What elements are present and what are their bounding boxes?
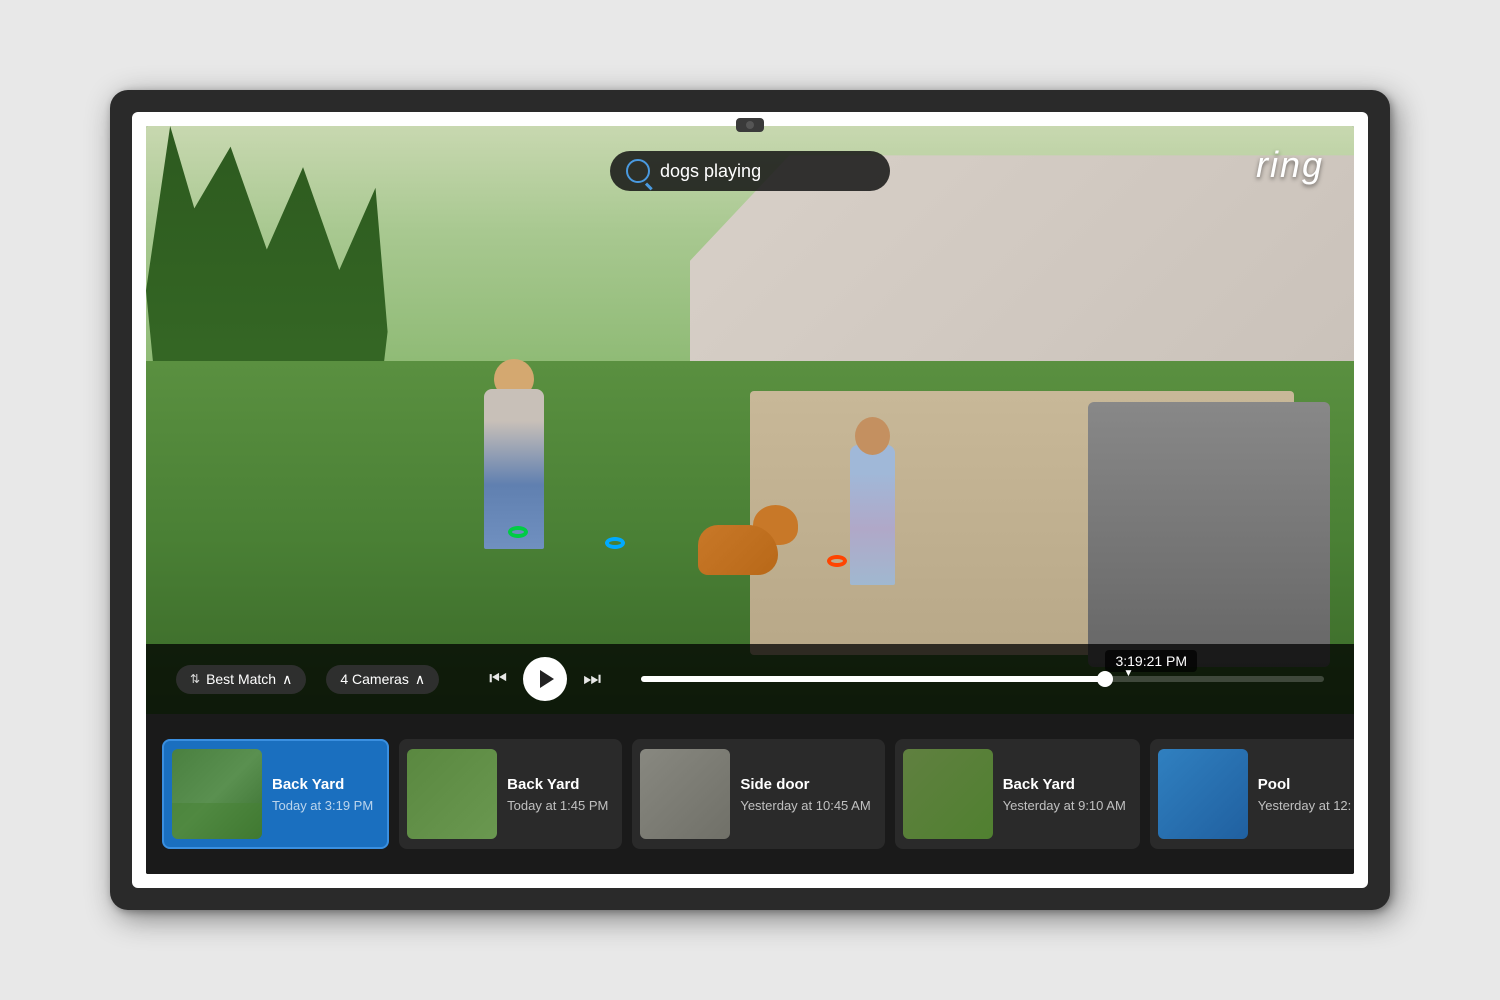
play-button[interactable] [523,657,567,701]
video-area[interactable]: ring dogs playing [146,126,1354,714]
toy-ring-2 [827,555,847,567]
cameras-chevron: ∧ [415,671,425,688]
clip-location: Pool [1258,776,1351,793]
clip-thumbnail [640,749,730,839]
clip-thumbnail [172,749,262,839]
girl-head [855,417,890,455]
sort-button[interactable]: ⇅ Best Match ∧ [176,665,306,694]
clip-location: Back Yard [1003,776,1126,793]
video-background [146,126,1354,714]
tv-frame: ring dogs playing ⇅ Best Match ∧ 4 Camer… [110,90,1390,910]
clip-time: Yesterday at 10:45 AM [740,798,870,813]
cameras-label: 4 Cameras [340,671,408,687]
clip-info: Back Yard Yesterday at 9:10 AM [1003,776,1126,813]
controls-bar: ⇅ Best Match ∧ 4 Cameras ∧ ⏮ ⏭ 3:19:21 [146,644,1354,714]
dog-body [698,525,778,575]
clip-info: Back Yard Today at 1:45 PM [507,776,608,813]
screen: ring dogs playing ⇅ Best Match ∧ 4 Camer… [146,126,1354,874]
clip-time: Today at 1:45 PM [507,798,608,813]
play-icon [540,670,554,688]
playback-controls: ⏮ ⏭ [489,657,601,701]
clip-location: Back Yard [272,776,373,793]
clip-thumbnail [407,749,497,839]
ring-logo: ring [1256,144,1324,186]
figure-girl [850,445,895,585]
camera-notch [736,118,764,132]
clip-item[interactable]: Side door Yesterday at 10:45 AM [632,739,884,849]
camera-lens [746,121,754,129]
thumbnail-image [407,749,497,839]
clip-time: Today at 3:19 PM [272,798,373,813]
clips-row: Back Yard Today at 3:19 PM Back Yard Tod… [146,714,1354,874]
search-query: dogs playing [660,161,761,182]
toy-ring-3 [508,526,528,538]
thumbnail-image [1158,749,1248,839]
skip-back-button[interactable]: ⏮ [489,668,507,691]
timeline-timestamp: 3:19:21 PM [1105,650,1197,672]
timeline-thumb[interactable] [1097,671,1113,687]
clip-info: Back Yard Today at 3:19 PM [272,776,373,813]
clip-location: Side door [740,776,870,793]
outdoor-kitchen [1088,402,1330,667]
clip-thumbnail [903,749,993,839]
search-icon [626,159,650,183]
clip-time: Yesterday at 12: [1258,798,1351,813]
thumbnail-image [640,749,730,839]
cameras-button[interactable]: 4 Cameras ∧ [326,665,439,694]
timeline-progress [641,676,1105,682]
search-bar[interactable]: dogs playing [610,151,890,191]
clip-item[interactable]: Back Yard Today at 3:19 PM [162,739,389,849]
skip-forward-button[interactable]: ⏭ [583,668,601,691]
sort-chevron: ∧ [282,671,292,688]
clip-location: Back Yard [507,776,608,793]
tv-bezel: ring dogs playing ⇅ Best Match ∧ 4 Camer… [132,112,1368,888]
clip-info: Pool Yesterday at 12: [1258,776,1351,813]
clip-item[interactable]: Back Yard Yesterday at 9:10 AM [895,739,1140,849]
sort-label: Best Match [206,671,276,687]
sort-icon: ⇅ [190,672,200,686]
thumbnail-image [172,749,262,839]
clip-time: Yesterday at 9:10 AM [1003,798,1126,813]
clip-item[interactable]: Back Yard Today at 1:45 PM [399,739,622,849]
timeline-track[interactable] [641,676,1324,682]
clip-info: Side door Yesterday at 10:45 AM [740,776,870,813]
thumbnail-image [903,749,993,839]
dog [698,505,798,585]
timeline[interactable]: 3:19:21 PM ▼ [641,676,1324,682]
clip-item[interactable]: Pool Yesterday at 12: [1150,739,1354,849]
girl-body [850,445,895,585]
clip-thumbnail [1158,749,1248,839]
